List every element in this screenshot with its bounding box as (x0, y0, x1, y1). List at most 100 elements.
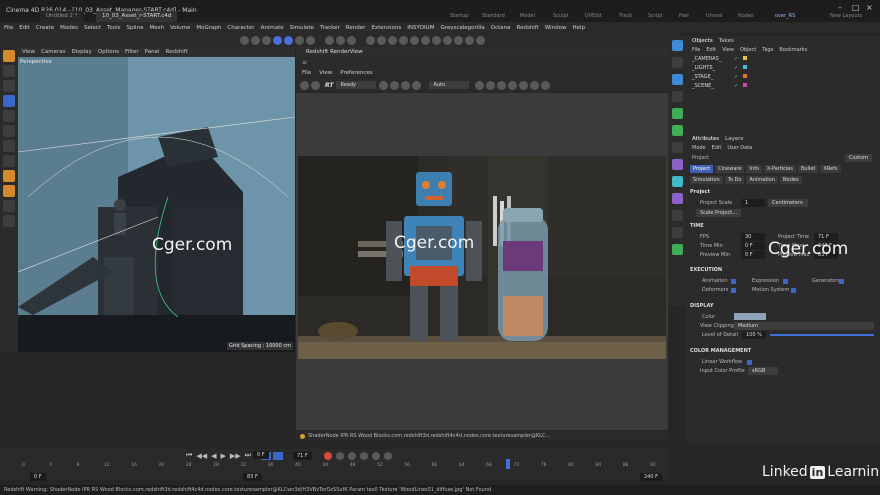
menu-redshift[interactable]: Redshift (517, 25, 539, 31)
vp-menu-filter[interactable]: Filter (125, 49, 139, 55)
redshift-icon[interactable] (476, 35, 485, 45)
menu-render[interactable]: Render (346, 25, 366, 31)
renderview-tab[interactable]: Redshift RenderView (306, 49, 363, 55)
new-layouts-button[interactable]: New Layouts (830, 13, 862, 19)
cube-object-icon[interactable] (671, 40, 683, 51)
menu-volume[interactable]: Volume (170, 25, 190, 31)
attr-menu-edit[interactable]: Edit (712, 145, 722, 151)
menu-tracker[interactable]: Tracker (320, 25, 340, 31)
move-tool-icon[interactable] (3, 95, 15, 107)
animation-checkbox[interactable] (731, 279, 736, 284)
layout-tab-model[interactable]: Model (520, 13, 535, 19)
primitive-icon[interactable] (671, 74, 683, 85)
min-frame-field[interactable]: 0 F (253, 451, 269, 459)
attr-menu-mode[interactable]: Mode (692, 145, 706, 151)
close-icon[interactable]: × (866, 3, 873, 12)
input-profile-dropdown[interactable]: sRGB (748, 367, 778, 375)
vp-menu-view[interactable]: View (22, 49, 35, 55)
renderview-canvas[interactable]: Cger.com (296, 93, 668, 430)
rv-auto-dropdown[interactable]: Auto (429, 81, 470, 89)
brush-icon[interactable] (3, 200, 15, 212)
menu-modes[interactable]: Modes (60, 25, 78, 31)
view-clipping-dropdown[interactable]: Medium (734, 322, 874, 330)
scale-icon[interactable] (284, 35, 293, 45)
tab-layers[interactable]: Layers (725, 136, 743, 142)
rv-color-icon[interactable] (508, 80, 518, 90)
generator-object-icon[interactable] (671, 108, 683, 119)
subtab-xrefs[interactable]: XRefs (820, 164, 841, 173)
rv-settings-icon[interactable] (541, 80, 551, 90)
rotate-tool-icon[interactable] (3, 110, 15, 122)
go-end-icon[interactable]: ⏭ (245, 451, 251, 460)
subtab-info[interactable]: Info (746, 164, 762, 173)
light-object-icon[interactable] (671, 227, 683, 238)
floor-icon[interactable] (443, 35, 452, 45)
obj-menu-object[interactable]: Object (740, 47, 756, 53)
tab-objects[interactable]: Objects (692, 38, 713, 44)
keyframe-icon[interactable] (272, 451, 283, 460)
doc-tab-active[interactable]: 10_03_Asset_r-START.c4d (96, 11, 178, 22)
menu-insydium[interactable]: INSYDIUM (407, 25, 434, 31)
subtab-xparticles[interactable]: X-Particles (763, 164, 796, 173)
record-icon[interactable] (323, 451, 332, 460)
knife-icon[interactable] (3, 215, 15, 227)
rv-menu-view[interactable]: View (319, 70, 332, 76)
layout-tab-uvedit[interactable]: UVEdit (585, 13, 602, 19)
attr-menu-userdata[interactable]: User Data (727, 145, 752, 151)
menu-mesh[interactable]: Mesh (149, 25, 163, 31)
redo-icon[interactable] (251, 35, 260, 45)
text-object-icon[interactable] (671, 91, 683, 102)
menu-octane[interactable]: Octane (491, 25, 511, 31)
menu-window[interactable]: Window (545, 25, 567, 31)
menu-animate[interactable]: Animate (261, 25, 284, 31)
obj-menu-view[interactable]: View (722, 47, 734, 53)
menu-extensions[interactable]: Extensions (371, 25, 401, 31)
rv-expand-icon[interactable] (486, 80, 496, 90)
subtab-project[interactable]: Project (690, 164, 714, 173)
record-scale-icon[interactable] (359, 451, 368, 460)
model-mode-icon[interactable] (3, 50, 15, 62)
layout-tab-standard[interactable]: Standard (482, 13, 505, 19)
object-item-scene[interactable]: _SCENE_ ✓ (686, 81, 880, 90)
record-param-icon[interactable] (371, 451, 380, 460)
material-icon[interactable] (432, 35, 441, 45)
expression-checkbox[interactable] (783, 279, 788, 284)
menu-simulate[interactable]: Simulate (290, 25, 314, 31)
field-icon[interactable] (671, 176, 683, 187)
deformer-icon[interactable] (399, 35, 408, 45)
subtab-simulation[interactable]: Simulation (690, 175, 723, 184)
visible-check-icon[interactable]: ✓ (734, 56, 738, 62)
render-view-icon[interactable] (325, 35, 334, 45)
menu-create[interactable]: Create (36, 25, 54, 31)
texture-icon[interactable] (3, 185, 15, 197)
layout-tab-sculpt[interactable]: Sculpt (553, 13, 569, 19)
rv-menu-file[interactable]: File (302, 70, 311, 76)
subtab-animation[interactable]: Animation (746, 175, 778, 184)
deformers-checkbox[interactable] (731, 288, 736, 293)
rv-play-icon[interactable] (311, 80, 320, 90)
perspective-viewport[interactable]: Perspective Grid Spacing : 10000 cm Cger… (18, 57, 295, 352)
hamburger-icon[interactable]: ≡ (302, 59, 307, 66)
snap-icon[interactable] (3, 140, 15, 152)
obj-menu-file[interactable]: File (692, 47, 700, 53)
obj-menu-bookmarks[interactable]: Bookmarks (779, 47, 807, 53)
tag-icon[interactable] (671, 193, 683, 204)
rv-sun-icon[interactable] (497, 80, 507, 90)
edges-mode-icon[interactable] (3, 80, 15, 92)
subtab-todo[interactable]: To Do (724, 175, 745, 184)
scene-icon[interactable] (671, 244, 683, 255)
current-frame-field[interactable]: 71 F (292, 451, 312, 460)
environment-icon[interactable] (465, 35, 474, 45)
sky-icon[interactable] (454, 35, 463, 45)
layout-tab-nodes[interactable]: Nodes (738, 13, 754, 19)
rv-status-dropdown[interactable]: Ready (336, 81, 377, 89)
spline-pen-icon[interactable] (377, 35, 386, 45)
layout-tab-track[interactable]: Track (619, 13, 632, 19)
obj-menu-tags[interactable]: Tags (762, 47, 773, 53)
undo-icon[interactable] (240, 35, 249, 45)
menu-tools[interactable]: Tools (107, 25, 121, 31)
menu-spline[interactable]: Spline (127, 25, 144, 31)
time-min-input[interactable]: 0 F (741, 242, 765, 250)
move-icon[interactable] (273, 35, 282, 45)
timeline-ruler[interactable]: 0 4 8 12 16 20 24 28 32 36 40 44 48 52 56 60 64 68 72 76 80 8… (22, 463, 662, 471)
